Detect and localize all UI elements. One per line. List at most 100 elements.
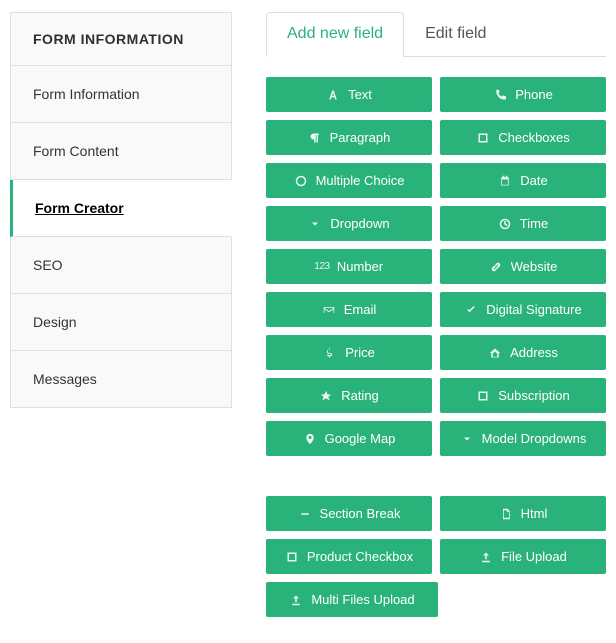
field-type-dropdown[interactable]: Dropdown bbox=[266, 206, 432, 241]
calendar-icon bbox=[498, 175, 512, 187]
field-type-label: Checkboxes bbox=[498, 130, 570, 145]
field-row: Rating Subscription bbox=[266, 378, 606, 413]
sidebar-header: FORM INFORMATION bbox=[11, 13, 231, 66]
field-type-label: Subscription bbox=[498, 388, 570, 403]
sidebar-item-form-creator[interactable]: Form Creator bbox=[10, 180, 232, 237]
check-icon bbox=[464, 304, 478, 316]
tabs: Add new fieldEdit field bbox=[266, 12, 606, 57]
field-row: Section Break Html bbox=[266, 496, 606, 531]
field-row: 123 Number Website bbox=[266, 249, 606, 284]
sidebar-item-form-content[interactable]: Form Content bbox=[11, 123, 231, 180]
field-type-google-map[interactable]: Google Map bbox=[266, 421, 432, 456]
field-type-label: Email bbox=[344, 302, 377, 317]
field-row: Dropdown Time bbox=[266, 206, 606, 241]
field-type-label: Text bbox=[348, 87, 372, 102]
clock-icon bbox=[498, 218, 512, 230]
phone-icon bbox=[493, 89, 507, 101]
tab-edit-field[interactable]: Edit field bbox=[404, 12, 507, 57]
field-type-subscription[interactable]: Subscription bbox=[440, 378, 606, 413]
field-row: Text Phone bbox=[266, 77, 606, 112]
sidebar-item-messages[interactable]: Messages bbox=[11, 351, 231, 407]
field-type-html[interactable]: Html bbox=[440, 496, 606, 531]
field-type-file-upload[interactable]: File Upload bbox=[440, 539, 606, 574]
home-icon bbox=[488, 347, 502, 359]
field-type-label: Paragraph bbox=[330, 130, 391, 145]
envelope-icon bbox=[322, 304, 336, 316]
dollar-icon bbox=[323, 347, 337, 359]
upload-icon bbox=[479, 551, 493, 563]
field-type-label: Multi Files Upload bbox=[311, 592, 414, 607]
field-type-digital-signature[interactable]: Digital Signature bbox=[440, 292, 606, 327]
checkbox-icon bbox=[476, 390, 490, 402]
field-type-number[interactable]: 123 Number bbox=[266, 249, 432, 284]
sidebar-item-seo[interactable]: SEO bbox=[11, 237, 231, 294]
field-type-product-checkbox[interactable]: Product Checkbox bbox=[266, 539, 432, 574]
sidebar-item-label: Form Content bbox=[33, 143, 119, 159]
checkbox-icon bbox=[285, 551, 299, 563]
field-row: Multi Files Upload bbox=[266, 582, 606, 617]
sidebar-item-label: Messages bbox=[33, 371, 97, 387]
minus-icon bbox=[298, 508, 312, 520]
field-type-label: Model Dropdowns bbox=[482, 431, 587, 446]
field-type-label: File Upload bbox=[501, 549, 567, 564]
field-type-label: Google Map bbox=[325, 431, 396, 446]
circle-icon bbox=[294, 175, 308, 187]
field-type-multiple-choice[interactable]: Multiple Choice bbox=[266, 163, 432, 198]
field-type-label: Multiple Choice bbox=[316, 173, 405, 188]
font-icon bbox=[326, 89, 340, 101]
number-icon: 123 bbox=[315, 261, 329, 272]
paragraph-icon bbox=[308, 132, 322, 144]
field-type-email[interactable]: Email bbox=[266, 292, 432, 327]
field-row: Multiple Choice Date bbox=[266, 163, 606, 198]
tab-add-new-field[interactable]: Add new field bbox=[266, 12, 404, 57]
sidebar-item-form-information[interactable]: Form Information bbox=[11, 66, 231, 123]
field-type-time[interactable]: Time bbox=[440, 206, 606, 241]
field-type-model-dropdowns[interactable]: Model Dropdowns bbox=[440, 421, 606, 456]
caret-down-icon bbox=[308, 218, 322, 230]
field-type-paragraph[interactable]: Paragraph bbox=[266, 120, 432, 155]
link-icon bbox=[489, 261, 503, 273]
checkbox-icon bbox=[476, 132, 490, 144]
sidebar-item-design[interactable]: Design bbox=[11, 294, 231, 351]
field-type-label: Time bbox=[520, 216, 548, 231]
field-row: Product Checkbox File Upload bbox=[266, 539, 606, 574]
field-type-label: Phone bbox=[515, 87, 553, 102]
field-type-label: Website bbox=[511, 259, 558, 274]
sidebar-item-label: Form Information bbox=[33, 86, 140, 102]
field-type-checkboxes[interactable]: Checkboxes bbox=[440, 120, 606, 155]
field-type-label: Rating bbox=[341, 388, 379, 403]
field-type-multi-files-upload[interactable]: Multi Files Upload bbox=[266, 582, 438, 617]
field-type-label: Date bbox=[520, 173, 547, 188]
upload-icon bbox=[289, 594, 303, 606]
main-panel: Add new fieldEdit field Text Phone Paragra… bbox=[266, 12, 606, 631]
sidebar-item-label: Design bbox=[33, 314, 77, 330]
field-type-label: Section Break bbox=[320, 506, 401, 521]
field-type-date[interactable]: Date bbox=[440, 163, 606, 198]
field-type-label: Price bbox=[345, 345, 375, 360]
sidebar-item-label: SEO bbox=[33, 257, 63, 273]
field-type-price[interactable]: Price bbox=[266, 335, 432, 370]
field-type-rating[interactable]: Rating bbox=[266, 378, 432, 413]
field-type-address[interactable]: Address bbox=[440, 335, 606, 370]
field-type-text[interactable]: Text bbox=[266, 77, 432, 112]
map-pin-icon bbox=[303, 433, 317, 445]
field-type-label: Digital Signature bbox=[486, 302, 581, 317]
field-types-grid: Text Phone Paragraph Checkboxes Multiple Cho… bbox=[266, 77, 606, 617]
field-type-label: Address bbox=[510, 345, 558, 360]
caret-down-icon bbox=[460, 433, 474, 445]
sidebar: FORM INFORMATION Form Information Form Co… bbox=[10, 12, 232, 408]
field-type-label: Number bbox=[337, 259, 383, 274]
field-row: Email Digital Signature bbox=[266, 292, 606, 327]
sidebar-item-label: Form Creator bbox=[35, 200, 124, 216]
field-row: Google Map Model Dropdowns bbox=[266, 421, 606, 456]
field-type-label: Product Checkbox bbox=[307, 549, 413, 564]
file-icon bbox=[499, 508, 513, 520]
field-type-label: Html bbox=[521, 506, 548, 521]
field-type-website[interactable]: Website bbox=[440, 249, 606, 284]
field-type-phone[interactable]: Phone bbox=[440, 77, 606, 112]
field-row: Price Address bbox=[266, 335, 606, 370]
field-type-label: Dropdown bbox=[330, 216, 389, 231]
star-icon bbox=[319, 390, 333, 402]
field-type-section-break[interactable]: Section Break bbox=[266, 496, 432, 531]
field-row: Paragraph Checkboxes bbox=[266, 120, 606, 155]
